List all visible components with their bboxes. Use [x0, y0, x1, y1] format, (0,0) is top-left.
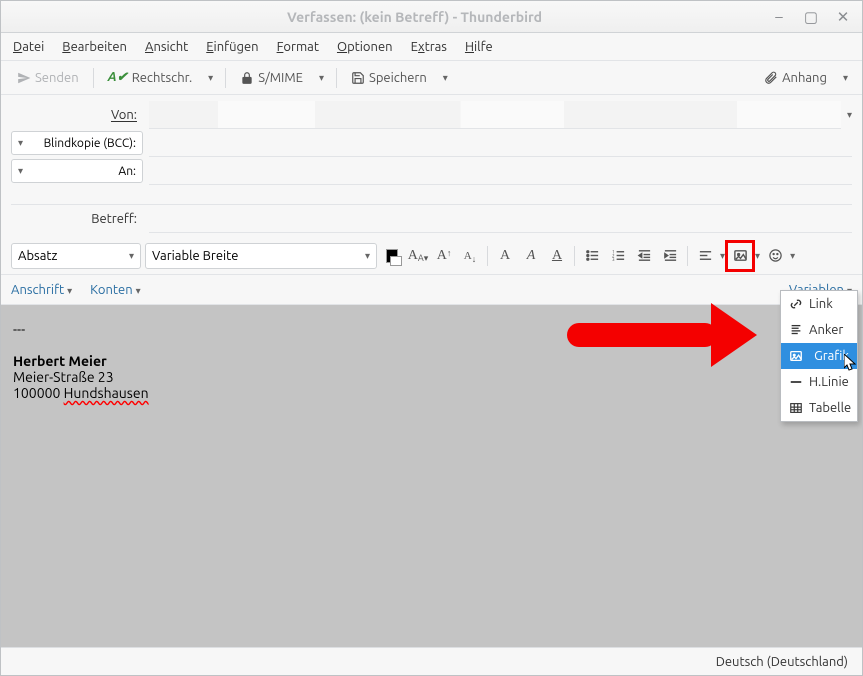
italic-button[interactable]: A: [520, 244, 542, 268]
menu-help[interactable]: Hilfe: [465, 40, 493, 54]
bullet-list-icon: [585, 248, 600, 263]
send-icon: [17, 71, 31, 85]
bcc-type-select[interactable]: ▾ Blindkopie (BCC):: [11, 131, 143, 155]
toolbar-separator: [336, 68, 337, 88]
toolbar-separator: [225, 68, 226, 88]
font-family-select[interactable]: Variable Breite▾: [145, 243, 377, 269]
emoji-dropdown[interactable]: ▾: [790, 250, 795, 262]
outdent-icon: [637, 248, 652, 263]
close-button[interactable]: ✕: [832, 6, 854, 28]
statusbar: Deutsch (Deutschland): [1, 647, 862, 675]
window-title: Verfassen: (kein Betreff) - Thunderbird: [61, 9, 768, 25]
quicktext-accounts[interactable]: Konten ▾: [90, 283, 140, 297]
image-icon: [733, 248, 748, 263]
send-button[interactable]: Senden: [11, 68, 85, 88]
from-field[interactable]: [149, 101, 841, 129]
hline-icon: [789, 375, 803, 389]
insert-table[interactable]: Tabelle: [781, 395, 857, 421]
smime-button[interactable]: S/MIME: [234, 68, 309, 88]
subject-field[interactable]: [149, 205, 852, 233]
insert-dropdown[interactable]: ▾: [755, 250, 760, 262]
from-label: Von:: [11, 108, 143, 122]
paperclip-icon: [764, 71, 778, 85]
to-type-select[interactable]: ▾ An:: [11, 159, 143, 183]
align-dropdown[interactable]: ▾: [720, 250, 725, 262]
to-field[interactable]: [149, 157, 852, 185]
indent-icon: [663, 248, 678, 263]
titlebar: Verfassen: (kein Betreff) - Thunderbird …: [1, 1, 862, 33]
formatting-toolbar: Absatz▾ Variable Breite▾ AA▾ A↑ A↓ A A A…: [1, 237, 862, 275]
signature-city-line: 100000 Hundshausen: [13, 385, 850, 401]
language-indicator[interactable]: Deutsch (Deutschland): [716, 655, 848, 669]
header-spacer: [11, 185, 852, 205]
align-button[interactable]: [694, 244, 716, 268]
color-swatch-icon: [386, 249, 398, 263]
bold-button[interactable]: A: [494, 244, 516, 268]
main-toolbar: Senden A✔ Rechtschr. ▾ S/MIME ▾ Speicher…: [1, 61, 862, 95]
save-icon: [351, 71, 365, 85]
menu-view[interactable]: Ansicht: [145, 40, 188, 54]
insert-anchor[interactable]: Anker: [781, 317, 857, 343]
bcc-field[interactable]: [149, 129, 852, 157]
menu-insert[interactable]: Einfügen: [206, 40, 258, 54]
smime-dropdown[interactable]: ▾: [315, 72, 328, 84]
numbered-list-icon: 123: [611, 248, 626, 263]
spellcheck-icon: A✔: [108, 70, 128, 85]
menu-format[interactable]: Format: [277, 40, 319, 54]
numbered-list-button[interactable]: 123: [607, 244, 629, 268]
from-dropdown[interactable]: ▾: [847, 109, 852, 121]
maximize-button[interactable]: ▢: [800, 6, 822, 28]
toolbar-separator: [93, 68, 94, 88]
menu-edit[interactable]: Bearbeiten: [62, 40, 127, 54]
attach-button[interactable]: Anhang: [758, 68, 833, 88]
message-body[interactable]: --- Herbert Meier Meier-Straße 23 100000…: [1, 305, 862, 665]
image-icon: [789, 349, 803, 363]
underline-button[interactable]: A: [546, 244, 568, 268]
insert-link[interactable]: Link: [781, 291, 857, 317]
font-size-down[interactable]: AA▾: [407, 244, 429, 268]
anchor-icon: [789, 323, 803, 337]
menubar: Ddocument.currentScript.previousElementS…: [1, 33, 862, 61]
spellcheck-dropdown[interactable]: ▾: [204, 72, 217, 84]
bullet-list-button[interactable]: [581, 244, 603, 268]
menu-extras[interactable]: Extras: [411, 40, 447, 54]
emoji-button[interactable]: [764, 244, 786, 268]
annotation-arrow: [567, 323, 717, 347]
attach-dropdown[interactable]: ▾: [839, 72, 852, 84]
outdent-button[interactable]: [633, 244, 655, 268]
font-size-down2[interactable]: A↓: [459, 244, 481, 268]
quicktext-address[interactable]: Anschrift ▾: [11, 283, 72, 297]
lock-icon: [240, 71, 254, 85]
svg-text:3: 3: [611, 257, 614, 262]
compose-headers: Von: ▾ ▾ Blindkopie (BCC): ▾ An: Betreff…: [1, 95, 862, 237]
align-left-icon: [698, 248, 713, 263]
link-icon: [789, 297, 803, 311]
cursor-icon: [844, 354, 860, 374]
spellcheck-button[interactable]: A✔ Rechtschr.: [102, 67, 199, 88]
signature-street: Meier-Straße 23: [13, 369, 850, 385]
save-dropdown[interactable]: ▾: [439, 72, 452, 84]
save-button[interactable]: Speichern: [345, 68, 433, 88]
menu-file[interactable]: Ddocument.currentScript.previousElementS…: [13, 40, 44, 54]
font-size-up[interactable]: A↑: [433, 244, 455, 268]
subject-label: Betreff:: [11, 212, 143, 226]
color-picker[interactable]: [381, 244, 403, 268]
insert-image-button[interactable]: [729, 244, 751, 268]
compose-window: Verfassen: (kein Betreff) - Thunderbird …: [0, 0, 863, 676]
quicktext-bar: Anschrift ▾ Konten ▾ Variablen ▾: [1, 275, 862, 305]
smiley-icon: [768, 248, 783, 263]
paragraph-style-select[interactable]: Absatz▾: [11, 243, 141, 269]
indent-button[interactable]: [659, 244, 681, 268]
minimize-button[interactable]: –: [768, 6, 790, 28]
menu-options[interactable]: Optionen: [337, 40, 393, 54]
table-icon: [789, 401, 803, 415]
